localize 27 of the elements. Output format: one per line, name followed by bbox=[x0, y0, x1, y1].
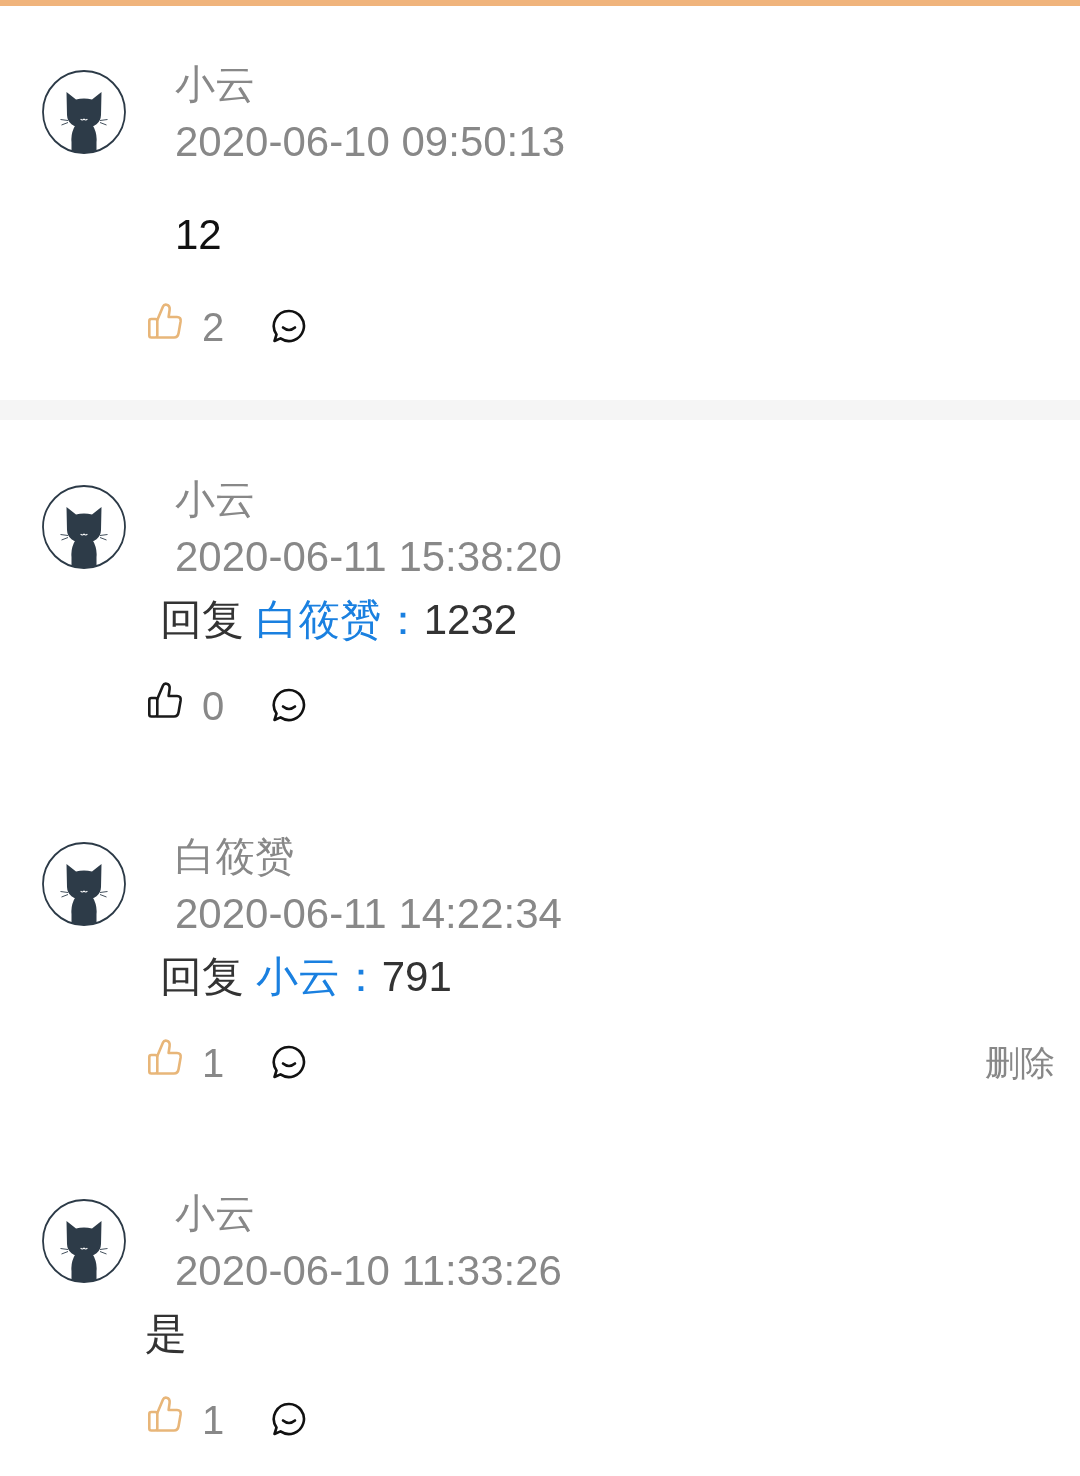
comment-icon[interactable] bbox=[271, 687, 308, 723]
reply-text: 回复 小云：791 bbox=[160, 952, 452, 1002]
comment-icon[interactable] bbox=[271, 1044, 308, 1080]
author-name: 小云 bbox=[175, 61, 255, 108]
reply-text: 回复 白筱赟：1232 bbox=[160, 595, 518, 645]
mention-link[interactable]: 白筱赟： bbox=[255, 596, 424, 643]
author-name: 小云 bbox=[175, 1190, 255, 1237]
post-time: 2020-06-11 15:38:20 bbox=[175, 532, 562, 582]
author-name: 白筱赟 bbox=[175, 833, 295, 880]
author-name: 小云 bbox=[175, 476, 255, 523]
like-button[interactable]: 0 bbox=[147, 681, 225, 731]
like-button[interactable]: 2 bbox=[147, 302, 225, 352]
comment-text: 是 bbox=[145, 1309, 187, 1359]
delete-button[interactable]: 删除 bbox=[985, 1041, 1055, 1085]
like-button[interactable]: 1 bbox=[147, 1038, 225, 1088]
post-time: 2020-06-10 11:33:26 bbox=[175, 1246, 562, 1296]
comment-icon[interactable] bbox=[271, 308, 308, 344]
comment-text: 12 bbox=[175, 210, 222, 260]
post-time: 2020-06-10 09:50:13 bbox=[175, 117, 565, 167]
cat-avatar-icon bbox=[42, 1199, 126, 1283]
post-time: 2020-06-11 14:22:34 bbox=[175, 889, 562, 939]
cat-avatar-icon bbox=[42, 70, 126, 154]
cat-avatar-icon bbox=[42, 842, 126, 926]
mention-link[interactable]: 小云： bbox=[255, 953, 382, 1000]
like-button[interactable]: 1 bbox=[147, 1395, 225, 1445]
cat-avatar-icon bbox=[42, 485, 126, 569]
comment-icon[interactable] bbox=[271, 1401, 308, 1437]
